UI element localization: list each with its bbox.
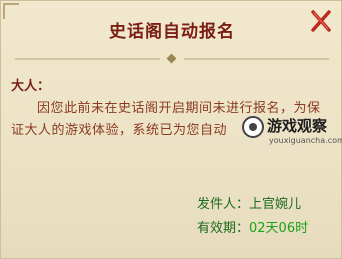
title-divider — [15, 54, 329, 64]
close-icon — [311, 10, 331, 32]
sender-name: 上官婉儿 — [249, 197, 302, 212]
sender-label: 发件人： — [197, 197, 250, 212]
mail-dialog: 史话阁自动报名 大人： 因您此前未在史话阁开启期间未进行报名，为保证大人的游戏体… — [0, 0, 342, 259]
sender-line: 发件人：上官婉儿 — [197, 193, 301, 212]
validity-value: 02天06时 — [249, 221, 309, 236]
dialog-title: 史话阁自动报名 — [109, 22, 235, 42]
message-body: 因您此前未在史话阁开启期间未进行报名，为保证大人的游戏体验，系统已为您自动 — [11, 101, 321, 138]
validity-line: 有效期：02天06时 — [197, 217, 308, 236]
validity-label: 有效期： — [197, 221, 250, 236]
close-button[interactable] — [309, 9, 333, 33]
greeting-text: 大人： — [11, 79, 51, 94]
